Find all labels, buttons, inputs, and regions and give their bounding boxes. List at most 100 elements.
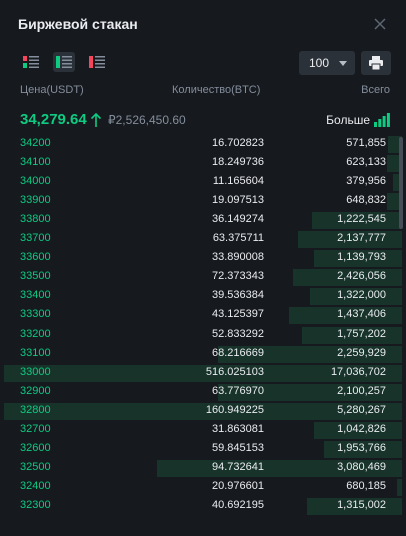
order-total: 680,185 (346, 479, 386, 492)
order-total: 17,036,702 (330, 365, 386, 378)
scrollbar-thumb[interactable] (399, 137, 403, 229)
depth-select[interactable]: 100 (299, 51, 355, 75)
order-total: 1,953,766 (337, 441, 386, 454)
order-row[interactable]: 32500 94.732641 3,080,469 (4, 459, 402, 477)
order-row[interactable]: 33800 36.149274 1,222,545 (4, 211, 402, 230)
order-price: 34100 (20, 156, 51, 169)
order-row[interactable]: 33000 516.025103 17,036,702 (4, 364, 402, 382)
order-price: 33000 (20, 365, 51, 378)
order-amount: 94.732641 (212, 460, 264, 473)
ticker-row: 34,279.64 ₽2,526,450.60 Больше (20, 110, 392, 132)
both-sides-icon (23, 56, 39, 68)
order-price: 33500 (20, 270, 51, 283)
order-total: 2,426,056 (337, 270, 386, 283)
order-total: 1,757,202 (337, 327, 386, 340)
order-total: 623,133 (346, 156, 386, 169)
printer-icon (369, 56, 383, 70)
caret-down-icon (339, 61, 347, 66)
order-price: 33300 (20, 308, 51, 321)
close-icon[interactable] (370, 14, 390, 34)
order-row[interactable]: 32400 20.976601 680,185 (4, 478, 402, 496)
order-amount: 52.833292 (212, 327, 264, 340)
order-amount: 40.692195 (212, 498, 264, 511)
signal-bars-icon[interactable] (374, 113, 390, 127)
view-both-button[interactable] (20, 52, 42, 72)
order-row[interactable]: 32700 31.863081 1,042,826 (4, 421, 402, 439)
order-price: 32700 (20, 422, 51, 435)
order-price: 32800 (20, 403, 51, 416)
amount-column-header: Количество(BTC) (172, 84, 261, 96)
order-amount: 160.949225 (205, 403, 264, 416)
order-row[interactable]: 32300 40.692195 1,315,002 (4, 497, 402, 515)
more-link[interactable]: Больше (326, 113, 370, 127)
order-total: 1,139,793 (337, 251, 386, 264)
order-price: 32900 (20, 384, 51, 397)
fiat-price: ₽2,526,450.60 (108, 113, 186, 127)
last-price: 34,279.64 (20, 111, 87, 128)
order-total: 2,259,929 (337, 346, 386, 359)
panel-title: Биржевой стакан (18, 16, 138, 32)
order-amount: 43.125397 (212, 308, 264, 321)
order-row[interactable]: 33500 72.373343 2,426,056 (4, 268, 402, 287)
order-price: 33900 (20, 194, 51, 207)
view-buy-button[interactable] (53, 52, 75, 72)
arrow-up-icon (90, 112, 102, 127)
order-price: 34000 (20, 175, 51, 188)
order-amount: 39.536384 (212, 289, 264, 302)
order-total: 2,100,257 (337, 384, 386, 397)
price-column-header: Цена(USDT) (20, 84, 84, 96)
order-amount: 63.375711 (212, 232, 264, 245)
order-book-panel: Биржевой стакан 100 Цена(USDT) Количеств… (0, 0, 406, 536)
order-amount: 11.165604 (212, 175, 264, 188)
order-row[interactable]: 33900 19.097513 648,832 (4, 192, 402, 211)
order-amount: 72.373343 (212, 270, 264, 283)
order-amount: 16.702823 (212, 137, 264, 149)
order-row[interactable]: 34200 16.702823 571,855 (4, 135, 402, 153)
order-total: 5,280,267 (337, 403, 386, 416)
order-price: 32300 (20, 498, 51, 511)
order-amount: 68.216669 (212, 346, 264, 359)
order-price: 32600 (20, 441, 51, 454)
order-row[interactable]: 33700 63.375711 2,137,777 (4, 230, 402, 249)
order-amount: 36.149274 (212, 213, 264, 226)
order-total: 1,042,826 (337, 422, 386, 435)
order-total: 1,322,000 (337, 289, 386, 302)
total-column-header: Всего (361, 84, 390, 96)
order-row[interactable]: 33400 39.536384 1,322,000 (4, 287, 402, 306)
order-row[interactable]: 33200 52.833292 1,757,202 (4, 326, 402, 344)
order-row[interactable]: 32900 63.776970 2,100,257 (4, 383, 402, 401)
order-row[interactable]: 33600 33.890008 1,139,793 (4, 249, 402, 268)
order-row[interactable]: 32800 160.949225 5,280,267 (4, 402, 402, 420)
order-book-settings-button[interactable] (361, 51, 391, 75)
order-price: 32500 (20, 460, 51, 473)
order-row[interactable]: 33100 68.216669 2,259,929 (4, 345, 402, 363)
order-amount: 59.845153 (212, 441, 264, 454)
order-total: 379,956 (346, 175, 386, 188)
order-total: 1,437,406 (337, 308, 386, 321)
order-row[interactable]: 33300 43.125397 1,437,406 (4, 306, 402, 325)
order-row[interactable]: 34100 18.249736 623,133 (4, 154, 402, 173)
buy-side-icon (56, 56, 72, 68)
order-total: 2,137,777 (337, 232, 386, 245)
order-price: 33100 (20, 346, 51, 359)
buy-orders-list: 34200 16.702823 571,855 34100 18.249736 623,1… (4, 135, 402, 536)
order-price: 33700 (20, 232, 51, 245)
view-sell-button[interactable] (86, 52, 108, 72)
panel-header: Биржевой стакан (18, 14, 392, 36)
order-amount: 19.097513 (212, 194, 264, 207)
order-amount: 516.025103 (205, 365, 264, 378)
sell-side-icon (89, 56, 105, 68)
order-price: 34200 (20, 137, 51, 149)
order-total: 648,832 (346, 194, 386, 207)
order-price: 33800 (20, 213, 51, 226)
order-row[interactable]: 32600 59.845153 1,953,766 (4, 440, 402, 458)
order-price: 32400 (20, 479, 51, 492)
order-total: 3,080,469 (337, 460, 386, 473)
order-amount: 18.249736 (212, 156, 264, 169)
order-price: 33400 (20, 289, 51, 302)
order-row[interactable]: 34000 11.165604 379,956 (4, 173, 402, 192)
order-book-toolbar: 100 (20, 50, 392, 76)
column-headers: Цена(USDT) Количество(BTC) Всего (20, 84, 392, 98)
order-total: 1,222,545 (337, 213, 386, 226)
order-amount: 20.976601 (212, 479, 264, 492)
